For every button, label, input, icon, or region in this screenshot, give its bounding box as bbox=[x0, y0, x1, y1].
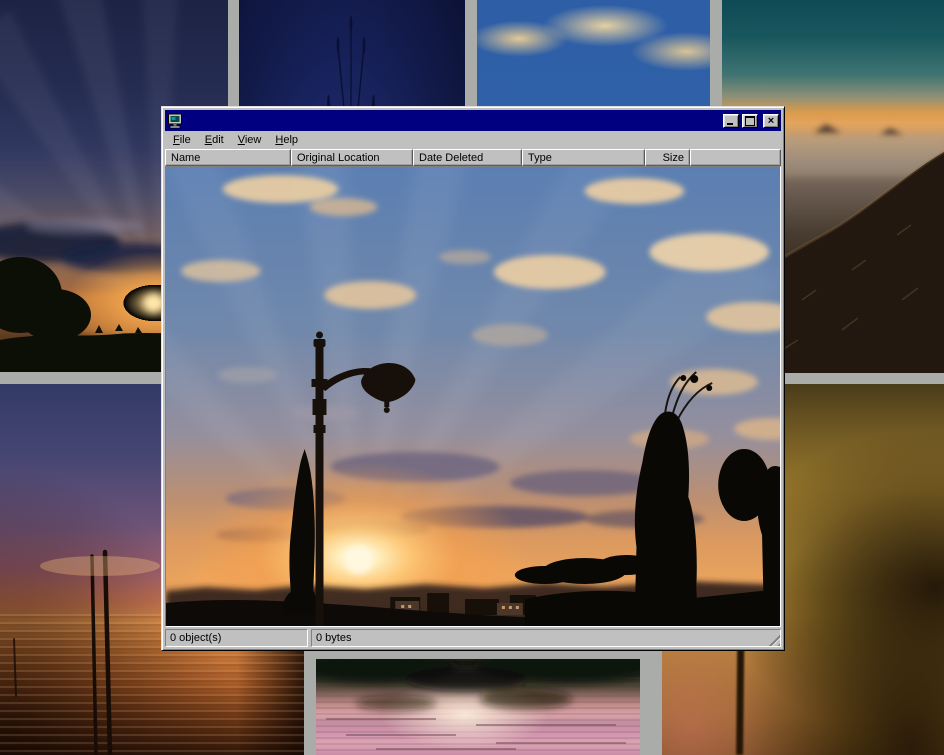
column-header-row: Name Original Location Date Deleted Type… bbox=[165, 149, 781, 166]
menu-view[interactable]: View bbox=[231, 132, 269, 148]
column-header-name[interactable]: Name bbox=[165, 149, 291, 166]
maximize-button[interactable] bbox=[742, 114, 758, 128]
desktop: × File Edit View Help Name Original Loca… bbox=[0, 0, 944, 755]
column-header-filler bbox=[690, 149, 781, 166]
title-bar[interactable]: × bbox=[165, 110, 781, 131]
menu-help[interactable]: Help bbox=[268, 132, 305, 148]
sunset-lamp-photo bbox=[166, 167, 780, 626]
file-list-view[interactable] bbox=[165, 166, 781, 627]
menu-bar: File Edit View Help bbox=[165, 131, 781, 149]
menu-edit[interactable]: Edit bbox=[198, 132, 231, 148]
column-header-date-deleted[interactable]: Date Deleted bbox=[413, 149, 522, 166]
menu-file[interactable]: File bbox=[166, 132, 198, 148]
computer-icon bbox=[167, 113, 183, 129]
column-header-type[interactable]: Type bbox=[522, 149, 645, 166]
minimize-button[interactable] bbox=[723, 114, 739, 128]
status-size: 0 bytes bbox=[311, 629, 781, 647]
minimize-icon bbox=[727, 123, 733, 125]
reflection-art bbox=[316, 659, 640, 755]
close-icon: × bbox=[768, 116, 774, 126]
wallpaper-water-reflection bbox=[316, 659, 640, 755]
maximize-icon bbox=[745, 116, 755, 126]
status-object-count: 0 object(s) bbox=[165, 629, 308, 647]
close-button[interactable]: × bbox=[763, 114, 779, 128]
explorer-window: × File Edit View Help Name Original Loca… bbox=[161, 106, 785, 651]
status-bar: 0 object(s) 0 bytes bbox=[165, 629, 781, 647]
column-header-original-location[interactable]: Original Location bbox=[291, 149, 413, 166]
column-header-size[interactable]: Size bbox=[645, 149, 690, 166]
